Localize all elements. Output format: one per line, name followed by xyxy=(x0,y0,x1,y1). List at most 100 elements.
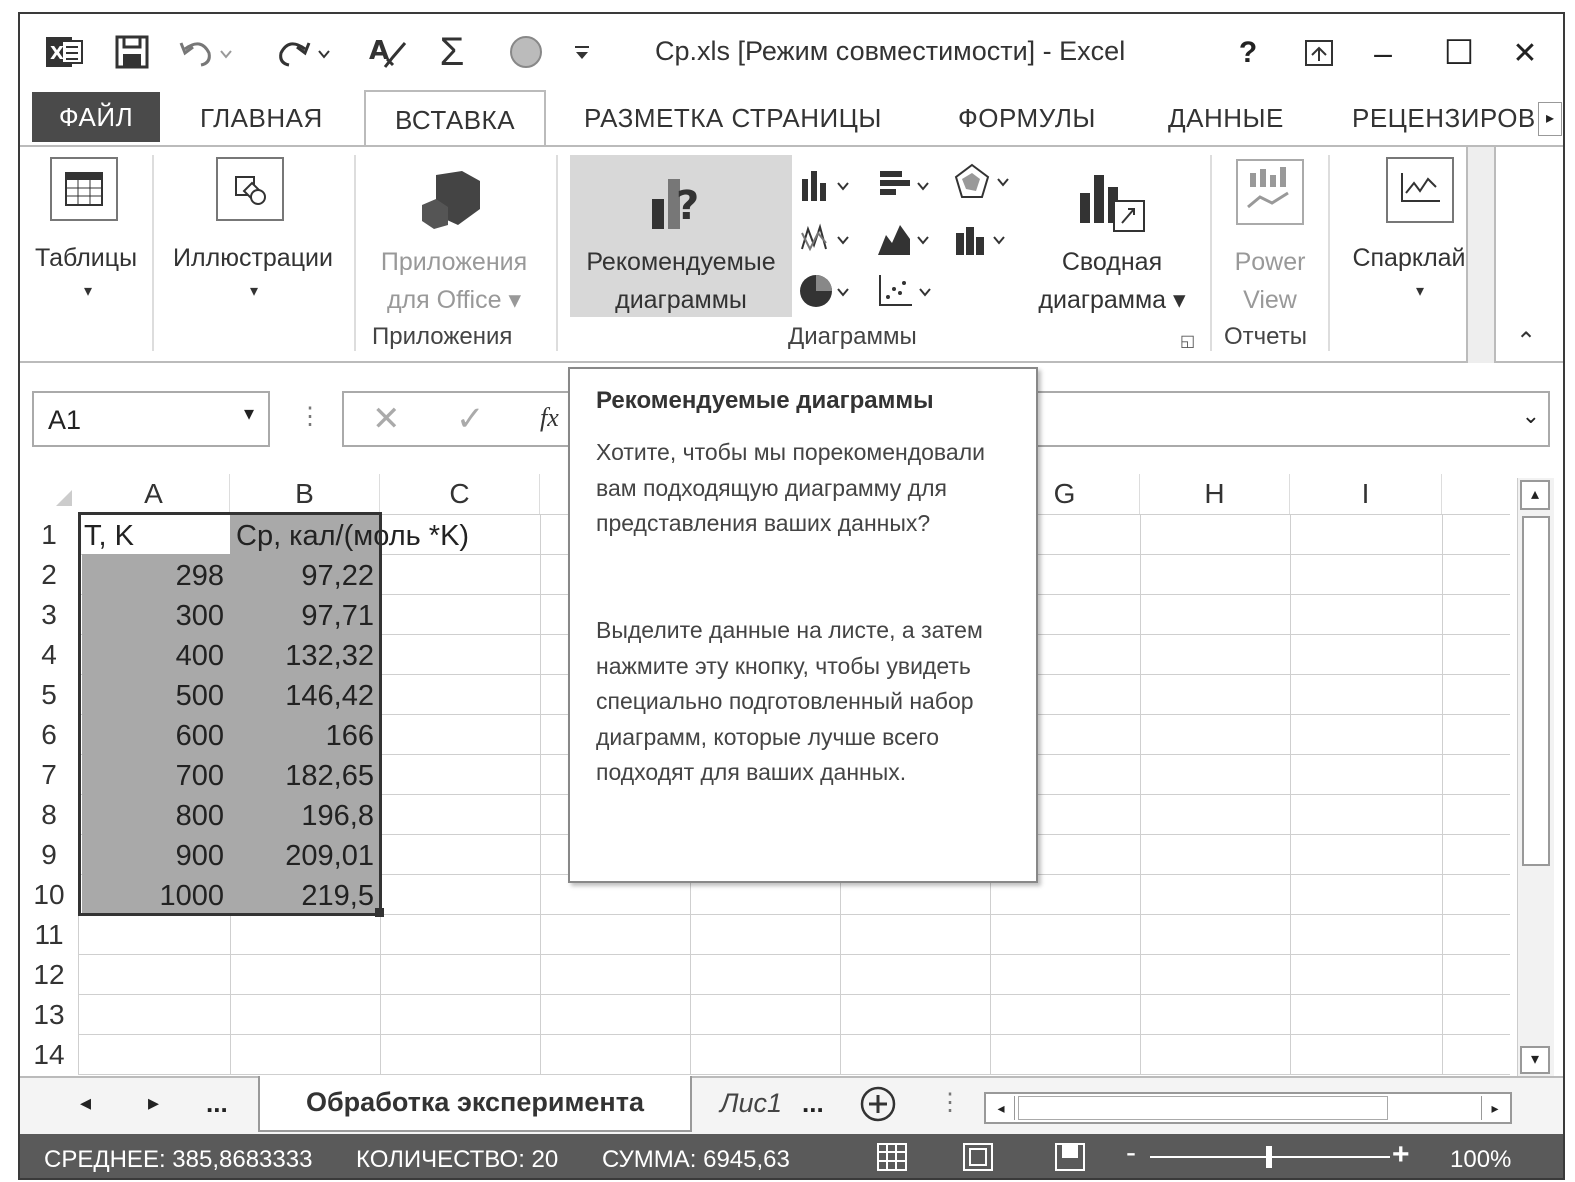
select-all-icon[interactable] xyxy=(54,488,74,513)
fill-handle[interactable] xyxy=(375,908,384,917)
grid-row-line xyxy=(78,994,1510,995)
insert-function-icon[interactable]: fx xyxy=(540,403,559,433)
undo-icon[interactable] xyxy=(176,32,236,72)
expand-formula-bar-icon[interactable]: ⌄ xyxy=(1522,403,1540,429)
scatter-chart-icon[interactable] xyxy=(876,271,936,319)
row-header-1[interactable]: 1 xyxy=(20,514,78,554)
column-header-c[interactable]: C xyxy=(380,474,540,514)
separator xyxy=(152,155,154,351)
illustrations-icon xyxy=(216,157,284,221)
row-header-14[interactable]: 14 xyxy=(20,1034,78,1074)
customize-qat-icon[interactable] xyxy=(568,32,596,72)
collapse-ribbon-icon[interactable]: ⌃ xyxy=(1516,327,1536,356)
recommended-charts-label-2: диаграммы xyxy=(615,286,747,314)
zoom-in-icon[interactable]: + xyxy=(1392,1138,1410,1172)
cancel-entry-icon[interactable]: ✕ xyxy=(372,399,401,439)
save-icon[interactable] xyxy=(112,32,152,72)
new-sheet-icon[interactable] xyxy=(858,1084,898,1129)
sparklines-dropdown-icon[interactable]: ▾ xyxy=(1408,273,1432,311)
apps-for-office-button[interactable]: Приложения xyxy=(366,243,542,281)
zoom-out-icon[interactable]: - xyxy=(1126,1136,1136,1170)
pie-chart-icon[interactable] xyxy=(798,271,858,319)
row-header-13[interactable]: 13 xyxy=(20,994,78,1034)
help-button[interactable]: ? xyxy=(1225,30,1271,76)
grid-row-line xyxy=(78,1074,1510,1075)
tab-review[interactable]: РЕЦЕНЗИРОВ xyxy=(1352,90,1536,146)
tables-dropdown-icon[interactable]: ▾ xyxy=(76,273,100,311)
formula-bar-grip-icon[interactable]: ⋮ xyxy=(298,402,322,431)
tables-button[interactable]: Таблицы xyxy=(26,239,146,277)
line-chart-icon[interactable] xyxy=(798,219,858,267)
tab-formulas[interactable]: ФОРМУЛЫ xyxy=(958,90,1096,146)
column-header-b[interactable]: B xyxy=(230,474,380,514)
zoom-level[interactable]: 100% xyxy=(1450,1146,1511,1174)
horizontal-scrollbar[interactable]: ◂ ▸ xyxy=(984,1092,1512,1124)
sheet-tab-next[interactable]: Лис1 xyxy=(720,1088,782,1119)
sheet-scroll-left-icon[interactable]: ◂ xyxy=(80,1090,91,1116)
tab-split-grip-icon[interactable]: ⋮ xyxy=(938,1088,962,1117)
row-header-12[interactable]: 12 xyxy=(20,954,78,994)
tab-home[interactable]: ГЛАВНАЯ xyxy=(200,90,323,146)
scroll-up-icon[interactable]: ▴ xyxy=(1520,480,1550,510)
pivot-chart-button[interactable]: Сводная xyxy=(1024,243,1200,281)
column-chart-icon[interactable] xyxy=(798,165,858,213)
stock-chart-icon[interactable] xyxy=(952,219,1012,267)
zoom-slider-thumb[interactable] xyxy=(1266,1146,1272,1168)
minimize-button[interactable]: – xyxy=(1360,30,1406,76)
page-layout-view-icon[interactable] xyxy=(962,1142,994,1178)
column-header-h[interactable]: H xyxy=(1140,474,1290,514)
row-header-11[interactable]: 11 xyxy=(20,914,78,954)
autosum-icon[interactable]: Σ xyxy=(430,30,474,74)
illustrations-button[interactable]: Иллюстрации xyxy=(160,239,346,277)
power-view-button[interactable]: Power xyxy=(1214,243,1326,281)
row-header-8[interactable]: 8 xyxy=(20,794,78,834)
circle-icon[interactable] xyxy=(504,32,548,72)
scroll-down-icon[interactable]: ▾ xyxy=(1520,1046,1550,1074)
title-bar: X A Σ Cp.xls [Режим совместимости] - Exc… xyxy=(20,14,1563,90)
spelling-icon[interactable]: A xyxy=(366,32,410,72)
horizontal-scroll-thumb[interactable] xyxy=(1018,1096,1388,1120)
name-box-dropdown-icon[interactable]: ▾ xyxy=(244,401,254,426)
column-header-a[interactable]: A xyxy=(78,474,230,514)
sheet-tab-active[interactable]: Обработка эксперимента xyxy=(258,1076,692,1132)
ribbon-display-options-icon[interactable] xyxy=(1296,30,1342,76)
row-header-7[interactable]: 7 xyxy=(20,754,78,794)
redo-icon[interactable] xyxy=(274,32,334,72)
enter-entry-icon[interactable]: ✓ xyxy=(456,399,485,439)
ribbon-scroll-right[interactable] xyxy=(1466,147,1496,363)
vertical-scrollbar[interactable]: ▴ ▾ xyxy=(1517,478,1554,1076)
grid-column-line xyxy=(1290,514,1291,1074)
area-chart-icon[interactable] xyxy=(876,219,936,267)
row-header-9[interactable]: 9 xyxy=(20,834,78,874)
row-header-10[interactable]: 10 xyxy=(20,874,78,914)
charts-dialog-launcher-icon[interactable]: ◱ xyxy=(1180,331,1195,351)
maximize-button[interactable]: ☐ xyxy=(1436,30,1482,76)
tabs-scroll-right-icon[interactable]: ▸ xyxy=(1538,102,1562,136)
close-button[interactable]: ✕ xyxy=(1502,30,1548,76)
page-break-view-icon[interactable] xyxy=(1054,1142,1086,1178)
row-header-2[interactable]: 2 xyxy=(20,554,78,594)
normal-view-icon[interactable] xyxy=(876,1142,908,1178)
status-sum: СУММА: 6945,63 xyxy=(602,1146,790,1173)
tab-insert[interactable]: ВСТАВКА xyxy=(364,90,546,148)
vertical-scroll-thumb[interactable] xyxy=(1522,516,1550,866)
tab-file[interactable]: ФАЙЛ xyxy=(32,92,160,142)
radar-chart-icon[interactable] xyxy=(952,161,1016,213)
bar-chart-icon[interactable] xyxy=(876,165,936,213)
tab-data[interactable]: ДАННЫЕ xyxy=(1168,90,1284,146)
tab-page-layout[interactable]: РАЗМЕТКА СТРАНИЦЫ xyxy=(584,90,882,146)
more-sheets-right[interactable]: ... xyxy=(802,1088,824,1119)
hscroll-right-icon[interactable]: ▸ xyxy=(1481,1096,1508,1120)
row-header-5[interactable]: 5 xyxy=(20,674,78,714)
grid-column-line xyxy=(1140,514,1141,1074)
sheet-scroll-right-icon[interactable]: ▸ xyxy=(148,1090,159,1116)
row-header-6[interactable]: 6 xyxy=(20,714,78,754)
column-header-i[interactable]: I xyxy=(1290,474,1442,514)
more-sheets-left[interactable]: ... xyxy=(206,1088,228,1119)
row-header-4[interactable]: 4 xyxy=(20,634,78,674)
hscroll-left-icon[interactable]: ◂ xyxy=(988,1096,1015,1120)
name-box[interactable]: A1 ▾ xyxy=(32,391,270,447)
sparklines-button[interactable]: Спарклай xyxy=(1334,239,1484,277)
illustrations-dropdown-icon[interactable]: ▾ xyxy=(242,273,266,311)
row-header-3[interactable]: 3 xyxy=(20,594,78,634)
